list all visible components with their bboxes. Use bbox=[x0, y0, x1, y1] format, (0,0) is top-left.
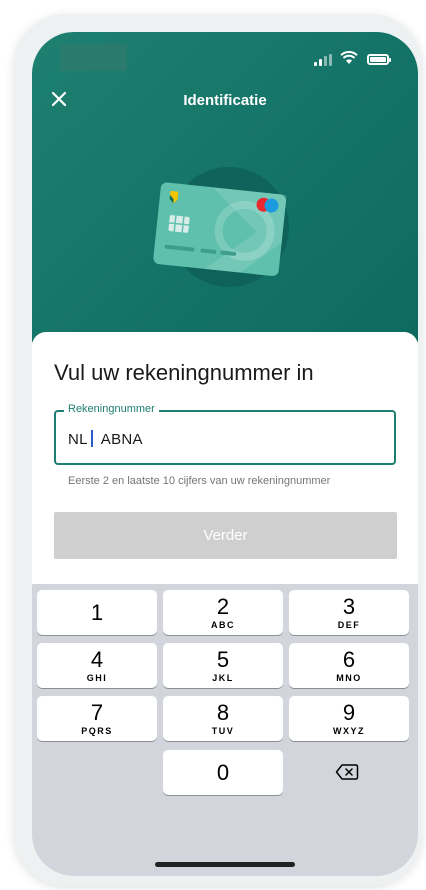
key-1[interactable]: 1 bbox=[37, 590, 157, 635]
key-9[interactable]: 9 WXYZ bbox=[289, 696, 409, 741]
page-title: Identificatie bbox=[183, 92, 267, 109]
country-prefix: NL bbox=[68, 431, 88, 448]
bank-code: ABNA bbox=[100, 431, 143, 448]
form-heading: Vul uw rekeningnummer in bbox=[54, 360, 314, 385]
key-5[interactable]: 5 JKL bbox=[163, 643, 283, 688]
numeric-keypad: 1 2 ABC 3 DEF 4 GHI 5 JKL 6 MNO 7 PQRS 8 TUV 9W… bbox=[32, 584, 418, 876]
key-2[interactable]: 2 ABC bbox=[163, 590, 283, 635]
wifi-icon bbox=[340, 51, 358, 64]
home-indicator bbox=[155, 862, 295, 867]
field-label: Rekeningnummer bbox=[64, 403, 159, 415]
key-7[interactable]: 7 PQRS bbox=[37, 696, 157, 741]
battery-icon bbox=[367, 54, 391, 65]
phone-screen: Identificatie Vul uw rekeningnummer in R… bbox=[32, 32, 418, 876]
status-bar-time bbox=[60, 44, 127, 71]
field-hint: Eerste 2 en laatste 10 cijfers van uw re… bbox=[68, 475, 331, 487]
backspace-icon[interactable] bbox=[335, 763, 359, 781]
key-6[interactable]: 6 MNO bbox=[289, 643, 409, 688]
form-sheet: Vul uw rekeningnummer in Rekeningnummer … bbox=[32, 332, 418, 584]
header: Identificatie bbox=[32, 32, 418, 342]
account-number-field[interactable]: Rekeningnummer NL ABNA bbox=[54, 403, 396, 465]
signal-icon bbox=[314, 54, 334, 66]
account-number-input[interactable]: NL ABNA bbox=[68, 430, 143, 448]
key-8[interactable]: 8 TUV bbox=[163, 696, 283, 741]
key-4[interactable]: 4 GHI bbox=[37, 643, 157, 688]
key-3[interactable]: 3 DEF bbox=[289, 590, 409, 635]
next-button[interactable]: Verder bbox=[54, 512, 397, 559]
key-0[interactable]: 0 bbox=[163, 750, 283, 795]
bank-card-illustration bbox=[153, 167, 289, 287]
text-caret bbox=[90, 430, 93, 447]
